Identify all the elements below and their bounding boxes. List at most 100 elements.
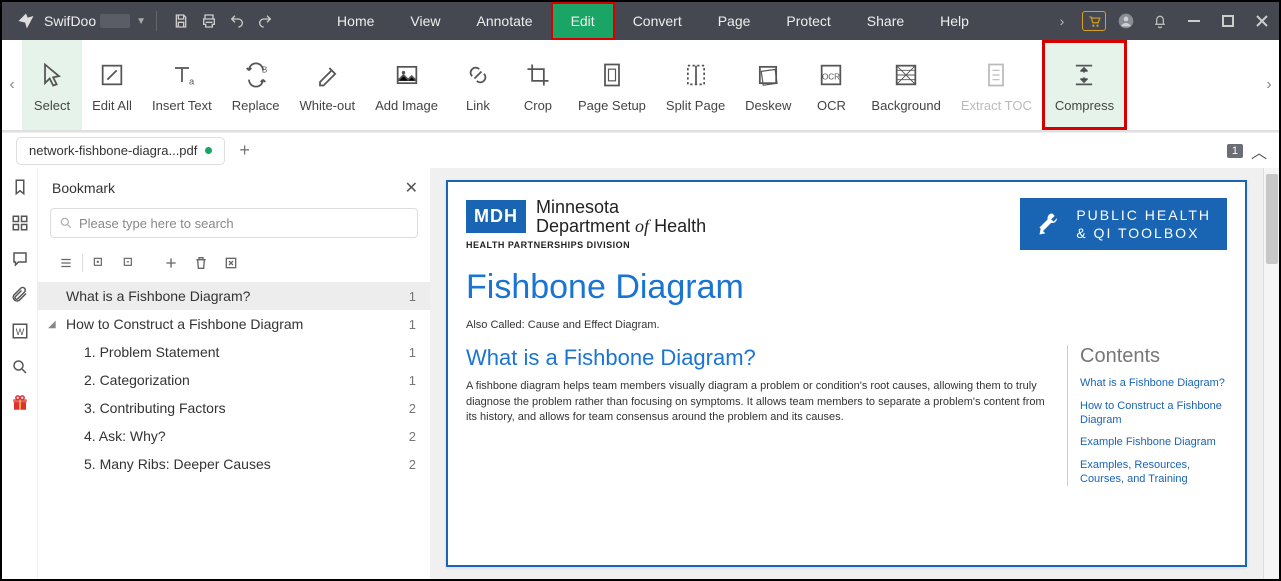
collapse-ribbon-icon[interactable]: ︿	[1251, 139, 1267, 163]
menu-annotate[interactable]: Annotate	[459, 2, 551, 40]
bookmark-item[interactable]: 3. Contributing Factors2	[38, 394, 430, 422]
ribbon-select[interactable]: Select	[22, 40, 82, 130]
bookmark-item[interactable]: 1. Problem Statement1	[38, 338, 430, 366]
whiteout-icon	[310, 58, 344, 92]
ribbon-add-image[interactable]: Add Image	[365, 40, 448, 130]
attachment-icon[interactable]	[9, 284, 31, 306]
section-paragraph: A fishbone diagram helps team members vi…	[466, 379, 1049, 425]
crop-icon	[521, 58, 555, 92]
ribbon-ocr[interactable]: OCROCR	[801, 40, 861, 130]
scrollbar-thumb[interactable]	[1266, 174, 1278, 264]
search-icon	[59, 216, 73, 230]
bookmark-item[interactable]: 5. Many Ribs: Deeper Causes2	[38, 450, 430, 478]
background-icon	[889, 58, 923, 92]
section-heading: What is a Fishbone Diagram?	[466, 345, 1049, 371]
add-bookmark-icon[interactable]	[157, 250, 185, 276]
menu-share[interactable]: Share	[849, 2, 922, 40]
svg-text:W: W	[15, 327, 24, 337]
save-icon[interactable]	[167, 7, 195, 35]
ribbon-deskew[interactable]: Deskew	[735, 40, 801, 130]
ribbon: ‹ SelectEdit AllaInsert TextBReplaceWhit…	[2, 40, 1279, 132]
bookmark-item[interactable]: 4. Ask: Why?2	[38, 422, 430, 450]
deskew-icon	[751, 58, 785, 92]
print-icon[interactable]	[195, 7, 223, 35]
redo-icon[interactable]	[251, 7, 279, 35]
replace-icon: B	[239, 58, 273, 92]
menu-view[interactable]: View	[392, 2, 458, 40]
ribbon-split-page[interactable]: Split Page	[656, 40, 735, 130]
bookmark-item[interactable]: ◢How to Construct a Fishbone Diagram1	[38, 310, 430, 338]
undo-icon[interactable]	[223, 7, 251, 35]
collapse-icon[interactable]	[115, 250, 143, 276]
ribbon-items: SelectEdit AllaInsert TextBReplaceWhite-…	[22, 40, 1259, 130]
bookmark-panel: Bookmark ✕ Please type here to search Wh…	[38, 168, 430, 579]
doc-title: Fishbone Diagram	[466, 268, 1227, 307]
menu-protect[interactable]: Protect	[768, 2, 848, 40]
mdh-line1: Minnesota	[536, 198, 706, 217]
svg-text:a: a	[189, 76, 195, 86]
mdh-logo: MDH	[466, 200, 526, 233]
expand-icon[interactable]	[85, 250, 113, 276]
ribbon-link[interactable]: Link	[448, 40, 508, 130]
word-icon[interactable]: W	[9, 320, 31, 342]
bookmark-icon[interactable]	[9, 176, 31, 198]
title-bar: SwifDoo ▼ HomeViewAnnotateEditConvertPag…	[2, 2, 1279, 40]
panel-close-icon[interactable]: ✕	[405, 178, 418, 198]
menu-convert[interactable]: Convert	[615, 2, 700, 40]
search-icon[interactable]	[9, 356, 31, 378]
ribbon-white-out[interactable]: White-out	[289, 40, 365, 130]
bookmark-item[interactable]: 2. Categorization1	[38, 366, 430, 394]
ribbon-scroll-right[interactable]: ›	[1259, 40, 1279, 130]
delete-bookmark-icon[interactable]	[187, 250, 215, 276]
menu-home[interactable]: Home	[319, 2, 392, 40]
bookmark-search-input[interactable]: Please type here to search	[50, 208, 418, 238]
user-icon[interactable]	[1109, 2, 1143, 40]
main-menu: HomeViewAnnotateEditConvertPageProtectSh…	[319, 2, 987, 40]
text-icon: a	[165, 58, 199, 92]
contents-list: What is a Fishbone Diagram?How to Constr…	[1080, 376, 1227, 486]
ribbon-insert-text[interactable]: aInsert Text	[142, 40, 222, 130]
bell-icon[interactable]	[1143, 2, 1177, 40]
mdh-line2: Department of Health	[536, 217, 706, 236]
menu-help[interactable]: Help	[922, 2, 987, 40]
ribbon-replace[interactable]: BReplace	[222, 40, 290, 130]
ribbon-crop[interactable]: Crop	[508, 40, 568, 130]
ribbon-edit-all[interactable]: Edit All	[82, 40, 142, 130]
cursor-icon	[35, 58, 69, 92]
delete-all-icon[interactable]	[217, 250, 245, 276]
edit-icon	[95, 58, 129, 92]
document-tab-label: network-fishbone-diagra...pdf	[29, 143, 197, 158]
ribbon-background[interactable]: Background	[861, 40, 950, 130]
document-tab-strip: network-fishbone-diagra...pdf + 1 ︿	[2, 132, 1279, 168]
chevron-right-icon[interactable]: ›	[1045, 2, 1079, 40]
dropdown-icon[interactable]: ▼	[136, 16, 146, 27]
bookmark-item[interactable]: What is a Fishbone Diagram?1	[38, 282, 430, 310]
split-icon	[679, 58, 713, 92]
tools-icon	[1036, 210, 1064, 238]
svg-text:B: B	[261, 65, 267, 74]
close-icon[interactable]	[1245, 2, 1279, 40]
image-icon	[390, 58, 424, 92]
ribbon-scroll-left[interactable]: ‹	[2, 40, 22, 130]
ribbon-compress[interactable]: Compress	[1042, 40, 1127, 130]
menu-edit[interactable]: Edit	[551, 2, 615, 40]
link-icon	[461, 58, 495, 92]
vertical-scrollbar[interactable]	[1263, 168, 1279, 579]
menu-page[interactable]: Page	[700, 2, 769, 40]
list-menu-icon[interactable]	[52, 250, 80, 276]
document-tab[interactable]: network-fishbone-diagra...pdf	[16, 137, 225, 165]
new-tab-button[interactable]: +	[235, 136, 254, 165]
ribbon-extract-toc[interactable]: Extract TOC	[951, 40, 1042, 130]
ribbon-page-setup[interactable]: Page Setup	[568, 40, 656, 130]
document-viewer: MDH Minnesota Department of Health HEALT…	[430, 168, 1279, 579]
cart-icon[interactable]	[1082, 11, 1106, 31]
bookmark-list: What is a Fishbone Diagram?1◢How to Cons…	[38, 282, 430, 579]
thumbnails-icon[interactable]	[9, 212, 31, 234]
minimize-icon[interactable]	[1177, 2, 1211, 40]
comment-icon[interactable]	[9, 248, 31, 270]
gift-icon[interactable]	[9, 392, 31, 414]
pagesetup-icon	[595, 58, 629, 92]
contents-link: What is a Fishbone Diagram?	[1080, 376, 1227, 390]
maximize-icon[interactable]	[1211, 2, 1245, 40]
search-placeholder: Please type here to search	[79, 216, 234, 231]
